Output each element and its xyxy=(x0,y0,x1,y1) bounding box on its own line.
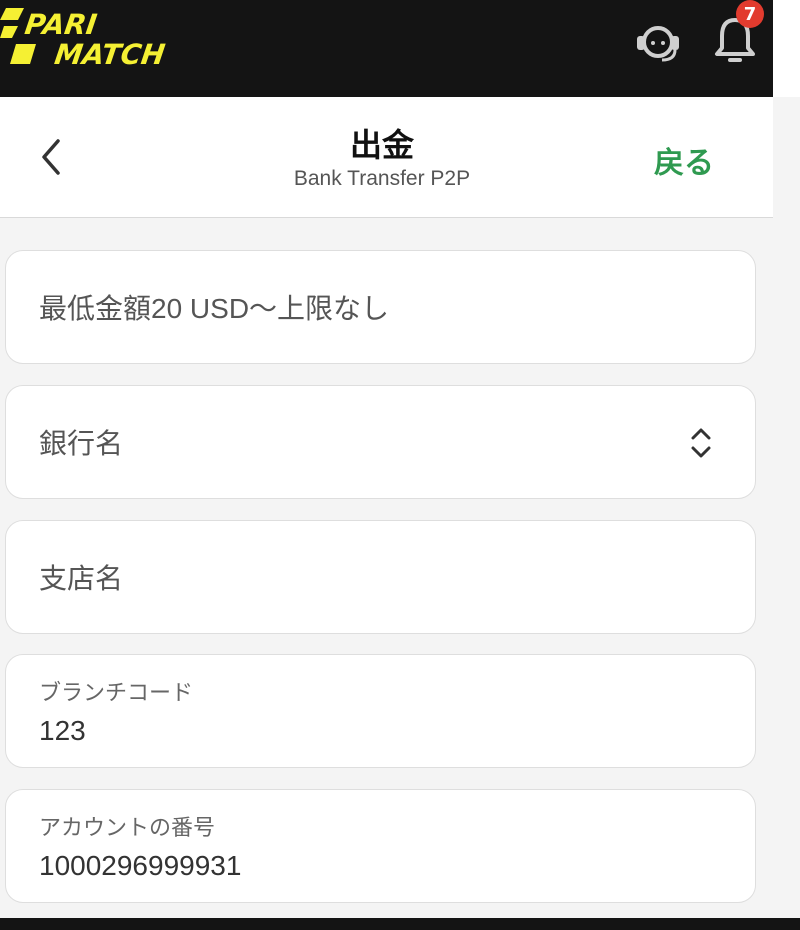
amount-placeholder: 最低金額20 USD〜上限なし xyxy=(39,293,390,324)
back-link[interactable]: 戻る xyxy=(654,138,714,182)
branch-code-value: 123 xyxy=(39,715,86,746)
notification-badge: 7 xyxy=(736,0,764,28)
scrollbar-track xyxy=(773,0,800,97)
bottom-bar xyxy=(0,918,800,930)
bank-name-placeholder: 銀行名 xyxy=(39,428,124,459)
account-number-label: アカウントの番号 xyxy=(39,816,216,841)
page-title: 出金 xyxy=(349,126,414,164)
logo-text-line1: PARI xyxy=(23,8,99,41)
branch-name-input[interactable]: 支店名 xyxy=(5,520,756,634)
branch-name-placeholder: 支店名 xyxy=(39,563,124,594)
branch-code-input[interactable]: ブランチコード 123 xyxy=(5,654,756,768)
headset-icon[interactable] xyxy=(632,20,684,64)
logo-text-line2: MATCH xyxy=(53,38,168,70)
branch-code-label: ブランチコード xyxy=(39,681,194,706)
account-number-input[interactable]: アカウントの番号 1000296999931 xyxy=(5,789,756,903)
select-chevrons-icon xyxy=(691,428,711,458)
account-number-value: 1000296999931 xyxy=(39,850,242,881)
withdrawal-form: 最低金額20 USD〜上限なし 銀行名 支店名 ブランチコード 123 アカウン… xyxy=(0,218,800,918)
page-subtitle: Bank Transfer P2P xyxy=(293,167,471,190)
bank-name-select[interactable]: 銀行名 xyxy=(5,385,756,499)
parimatch-logo[interactable]: PARI MATCH xyxy=(0,4,195,70)
amount-input[interactable]: 最低金額20 USD〜上限なし xyxy=(5,250,756,364)
